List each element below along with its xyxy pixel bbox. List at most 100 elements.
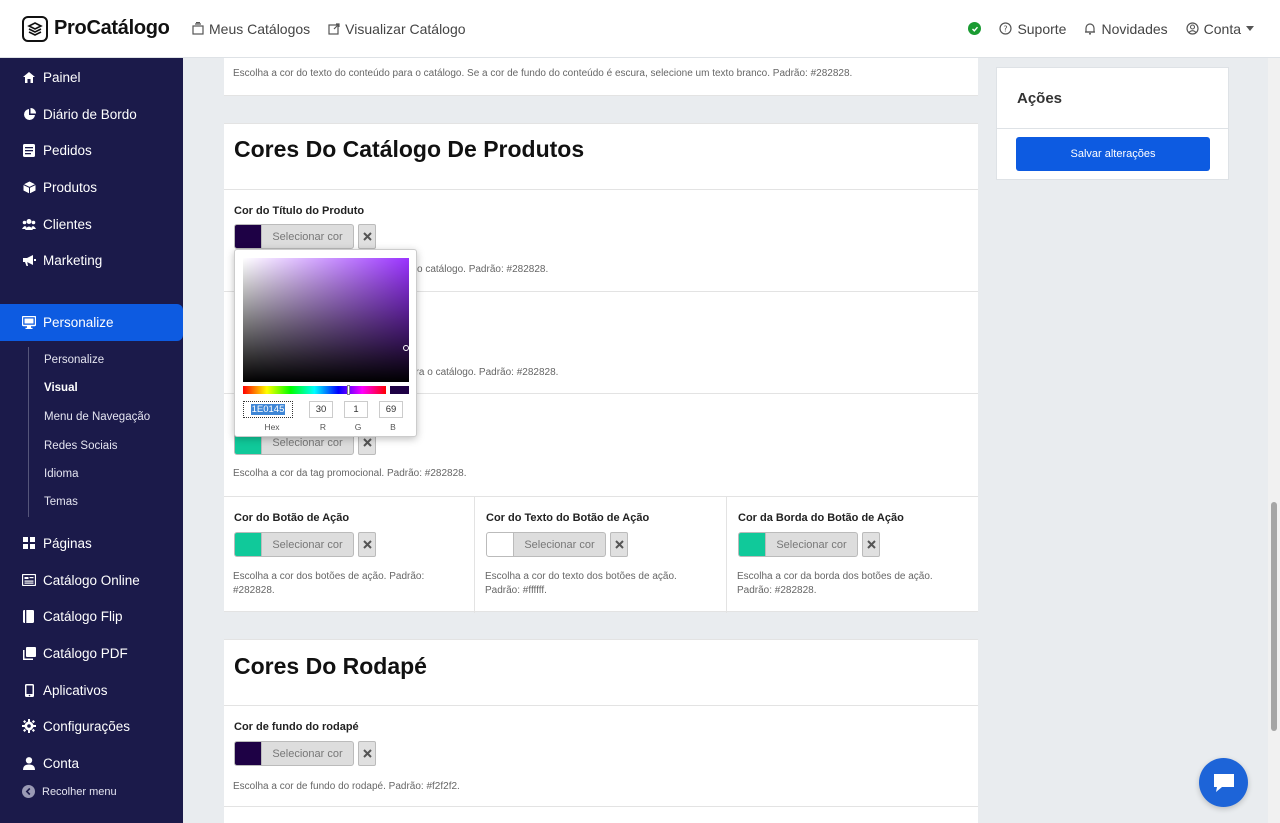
sidebar-item-pedidos[interactable]: Pedidos xyxy=(0,132,183,168)
divider xyxy=(224,496,978,497)
divider xyxy=(224,189,978,190)
column-divider xyxy=(474,496,475,613)
action-border-color-desc: Escolha a cor da borda dos botões de açã… xyxy=(737,571,933,596)
hex-value: 1E0145 xyxy=(250,404,286,415)
color-swatch[interactable] xyxy=(234,741,262,766)
support-label: Suporte xyxy=(1017,20,1067,37)
help-icon: ? xyxy=(999,22,1013,35)
save-changes-button[interactable]: Salvar alterações xyxy=(1016,137,1210,171)
sidebar-item-label: Catálogo PDF xyxy=(43,645,128,661)
chat-button[interactable] xyxy=(1199,758,1248,807)
page-scrollbar[interactable] xyxy=(1268,58,1280,823)
account-menu[interactable]: Conta xyxy=(1186,21,1254,37)
view-catalog-label: Visualizar Catálogo xyxy=(345,20,466,37)
logo[interactable]: ProCatálogo xyxy=(22,15,192,42)
pdf-icon xyxy=(22,646,36,660)
sidebar-item-aplicativos[interactable]: Aplicativos xyxy=(0,672,183,708)
scrollbar-thumb[interactable] xyxy=(1271,502,1277,731)
divider xyxy=(224,705,978,706)
sidebar-item-catalogo-online[interactable]: Catálogo Online xyxy=(0,562,183,598)
top-bar: ProCatálogo Meus Catálogos Visualizar Ca… xyxy=(0,0,1280,58)
sidebar-item-painel[interactable]: Painel xyxy=(0,59,183,95)
view-catalog-link[interactable]: Visualizar Catálogo xyxy=(328,20,466,37)
collapse-menu-button[interactable]: Recolher menu xyxy=(22,785,117,798)
clear-color-button[interactable] xyxy=(358,532,376,557)
submenu-item-themes[interactable]: Temas xyxy=(44,496,78,508)
bell-icon xyxy=(1085,23,1096,35)
section-title: Cores Do Catálogo De Produtos xyxy=(234,136,585,162)
sidebar-item-paginas[interactable]: Páginas xyxy=(0,525,183,561)
logo-icon xyxy=(22,15,48,42)
chevron-left-circle-icon xyxy=(22,785,35,798)
select-color-button[interactable]: Selecionar cor xyxy=(514,532,606,557)
saturation-handle[interactable] xyxy=(403,345,409,351)
close-icon xyxy=(614,540,624,549)
sidebar-item-catalogo-flip[interactable]: Catálogo Flip xyxy=(0,598,183,634)
submenu-item-social[interactable]: Redes Sociais xyxy=(44,440,118,452)
select-color-button[interactable]: Selecionar cor xyxy=(262,741,354,766)
clear-color-button[interactable] xyxy=(610,532,628,557)
collapse-menu-label: Recolher menu xyxy=(42,785,117,798)
sidebar-item-marketing[interactable]: Marketing xyxy=(0,242,183,278)
product-title-color-label: Cor do Título do Produto xyxy=(234,205,365,217)
megaphone-icon xyxy=(22,253,36,267)
content-text-section: Escolha a cor do texto do conteúdo para … xyxy=(224,58,978,96)
select-color-button[interactable]: Selecionar cor xyxy=(766,532,858,557)
sidebar-item-diario[interactable]: Diário de Bordo xyxy=(0,96,183,132)
close-icon xyxy=(362,540,372,549)
news-link[interactable]: Novidades xyxy=(1084,20,1168,37)
clear-color-button[interactable] xyxy=(862,532,880,557)
dashboard-icon xyxy=(22,70,36,84)
support-link[interactable]: ? Suporte xyxy=(999,21,1066,37)
action-button-color-desc: Escolha a cor dos botões de ação. Padrão… xyxy=(233,571,425,596)
catalog-icon xyxy=(22,573,36,587)
select-color-button[interactable]: Selecionar cor xyxy=(262,224,354,249)
color-swatch[interactable] xyxy=(234,532,262,557)
sidebar-item-label: Diário de Bordo xyxy=(43,106,137,122)
saturation-value-area[interactable] xyxy=(243,258,409,382)
hex-input[interactable]: 1E0145 xyxy=(243,401,293,418)
sidebar-item-label: Marketing xyxy=(43,252,103,268)
clear-color-button[interactable] xyxy=(358,224,376,249)
sidebar-item-label: Configurações xyxy=(43,718,131,734)
product-title-color-control: Selecionar cor xyxy=(234,224,376,249)
color-swatch[interactable] xyxy=(738,532,766,557)
sidebar-item-personalize[interactable]: Personalize xyxy=(0,304,183,341)
sidebar-item-configuracoes[interactable]: Configurações xyxy=(0,708,183,744)
sidebar-item-conta[interactable]: Conta xyxy=(0,745,183,781)
submenu-item-visual[interactable]: Visual xyxy=(44,382,78,394)
submenu-item-language[interactable]: Idioma xyxy=(44,468,79,480)
color-swatch[interactable] xyxy=(234,224,262,249)
red-input[interactable]: 30 xyxy=(309,401,333,418)
submenu-item-personalize[interactable]: Personalize xyxy=(44,354,104,366)
status-ok-icon xyxy=(968,22,982,35)
action-text-color-desc: Escolha a cor do texto dos botões de açã… xyxy=(485,571,677,596)
divider xyxy=(224,806,978,807)
close-icon xyxy=(362,438,372,447)
select-color-button[interactable]: Selecionar cor xyxy=(262,532,354,557)
green-input[interactable]: 1 xyxy=(344,401,368,418)
caret-down-icon xyxy=(1246,25,1254,31)
submenu-item-navigation-menu[interactable]: Menu de Navegação xyxy=(44,411,150,423)
color-swatch[interactable] xyxy=(486,532,514,557)
content-text-desc: Escolha a cor do texto do conteúdo para … xyxy=(233,68,853,79)
hue-handle[interactable] xyxy=(347,385,350,395)
color-preview xyxy=(390,386,409,394)
action-text-color-control: Selecionar cor xyxy=(486,532,628,557)
field2-desc: ara o catálogo. Padrão: #282828. xyxy=(410,367,559,378)
my-catalogs-link[interactable]: Meus Catálogos xyxy=(192,21,310,37)
red-label: R xyxy=(319,422,327,432)
hue-slider[interactable] xyxy=(243,386,386,394)
clear-color-button[interactable] xyxy=(358,741,376,766)
news-label: Novidades xyxy=(1101,20,1168,37)
footer-bg-color-desc: Escolha a cor de fundo do rodapé. Padrão… xyxy=(233,781,460,792)
sidebar-item-label: Personalize xyxy=(43,315,114,330)
sidebar-item-produtos[interactable]: Produtos xyxy=(0,169,183,205)
sidebar-item-catalogo-pdf[interactable]: Catálogo PDF xyxy=(0,635,183,671)
action-button-color-control: Selecionar cor xyxy=(234,532,376,557)
blue-input[interactable]: 69 xyxy=(379,401,403,418)
logo-text: ProCatálogo xyxy=(54,17,170,39)
sidebar-item-clientes[interactable]: Clientes xyxy=(0,206,183,242)
close-icon xyxy=(866,540,876,549)
box-icon xyxy=(22,180,36,194)
